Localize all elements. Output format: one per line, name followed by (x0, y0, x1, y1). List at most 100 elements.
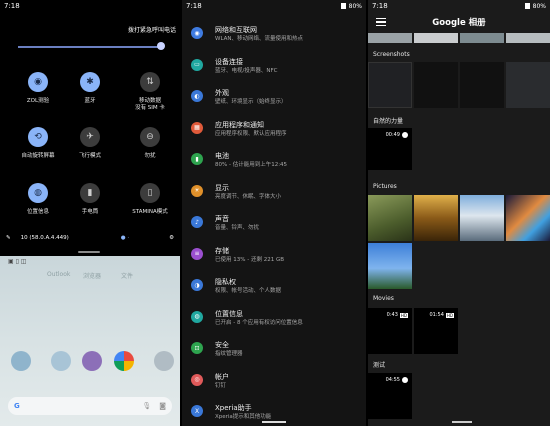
tile-auto-rotate[interactable]: ⟲ 自动旋转屏幕 (10, 127, 66, 160)
settings-item-subtitle: WLAN、移动网络、流量使用和热点 (215, 36, 304, 43)
gesture-nav-bar[interactable] (452, 421, 472, 423)
video-thumb[interactable]: 0:43 HD (368, 308, 412, 354)
settings-item-appearance[interactable]: ◐ 外观 壁纸、环境显示（始终显示） (182, 89, 366, 106)
settings-item-title: 设备连接 (215, 57, 243, 66)
lens-icon[interactable]: ◙ (159, 402, 166, 410)
brightness-slider-knob[interactable] (157, 42, 165, 50)
app-label-files[interactable]: 文件 (121, 271, 133, 280)
menu-icon[interactable] (376, 18, 386, 26)
photo-thumb[interactable] (414, 33, 458, 43)
phone-app-icon[interactable] (11, 351, 31, 371)
settings-item-location[interactable]: ◍ 位置信息 已开启 - 8 个应用有权访问位置信息 (182, 310, 366, 327)
settings-item-sound[interactable]: ♪ 声音 音量、铃声、勿扰 (182, 215, 366, 232)
settings-item-subtitle: 蓝牙、电视/投声器、NFC (215, 67, 278, 74)
settings-item-privacy[interactable]: ◑ 隐私权 权限、帐号活动、个人数据 (182, 278, 366, 295)
quick-settings-footer: ✎ 10 (58.0.A.4.449) ● · ⚙ (6, 235, 174, 241)
hd-badge-icon: HD (445, 312, 454, 318)
settings-item-subtitle: Xperia提示和其他功能 (215, 414, 272, 421)
photo-thumb[interactable] (506, 33, 550, 43)
flashlight-icon: ▮ (80, 183, 100, 203)
status-bar: 7:18 (0, 0, 180, 12)
location-icon: ◍ (191, 310, 203, 323)
settings-item-devices[interactable]: ▭ 设备连接 蓝牙、电视/投声器、NFC (182, 58, 366, 75)
tile-do-not-disturb[interactable]: ⊖ 勿扰 (122, 127, 178, 160)
picture-thumb[interactable] (506, 195, 550, 241)
xperia-icon: X (191, 405, 203, 417)
contacts-app-icon[interactable] (82, 351, 102, 371)
settings-item-wifi[interactable]: ◉ 网络和互联网 WLAN、移动网络、流量使用和热点 (182, 26, 366, 43)
photo-thumb[interactable] (460, 33, 504, 43)
settings-item-title: 隐私权 (215, 278, 236, 286)
section-pictures[interactable]: Pictures (373, 183, 397, 190)
photo-thumb[interactable] (368, 33, 412, 43)
video-thumb[interactable]: 04:55 (368, 373, 412, 419)
section-screenshots[interactable]: Screenshots (373, 51, 410, 58)
section-nature[interactable]: 自然的力量 (373, 116, 403, 125)
settings-item-storage[interactable]: ≡ 存储 已使用 13% - 还剩 221 GB (182, 247, 366, 264)
video-duration: 04:55 (385, 377, 400, 383)
edit-icon[interactable]: ✎ (6, 235, 11, 241)
mic-icon[interactable]: 🎙 (142, 402, 151, 410)
do-not-disturb-icon: ⊖ (140, 127, 160, 147)
section-movies[interactable]: Movies (373, 295, 394, 302)
settings-gear-icon[interactable]: ⚙ (169, 235, 174, 241)
settings-panel: 7:18 80% ◉ 网络和互联网 WLAN、移动网络、流量使用和热点 ▭ 设备连接 蓝牙… (182, 0, 366, 426)
shade-drag-handle[interactable] (78, 251, 100, 253)
play-icon (402, 132, 408, 138)
picture-thumb[interactable] (368, 195, 412, 241)
page-title: Google 相册 (432, 18, 486, 28)
picture-thumb[interactable] (460, 195, 504, 241)
google-search-bar[interactable]: G 🎙 ◙ (8, 397, 172, 415)
settings-item-subtitle: 80% - 估计能用到上午12:45 (215, 162, 288, 169)
status-time: 7:18 (186, 2, 202, 10)
messages-app-icon[interactable] (51, 351, 71, 371)
settings-item-subtitle: 音量、铃声、勿扰 (215, 225, 260, 232)
picture-thumb[interactable] (414, 195, 458, 241)
tile-label: 手电筒 (81, 209, 99, 215)
screenshot-thumb[interactable] (368, 62, 412, 108)
battery-level: 80% (348, 2, 362, 10)
mobile-data-icon: ⇅ (140, 72, 160, 92)
emergency-call-link[interactable]: 拨打紧急呼叫电话 (128, 25, 176, 34)
appearance-icon: ◐ (191, 90, 203, 102)
tile-wifi[interactable]: ◉ ZOL测验 (10, 72, 66, 105)
tile-location[interactable]: ◍ 位置信息 (10, 183, 66, 216)
video-thumb[interactable]: 01:54 HD (414, 308, 458, 354)
google-photos-panel: 7:18 80% Google 相册 Screenshots 自然的力量 00:… (368, 0, 550, 426)
devices-icon: ▭ (191, 58, 203, 71)
tile-label: 蓝牙 (84, 98, 96, 104)
apps-icon: ▦ (191, 121, 203, 134)
video-thumb[interactable]: 00:49 (368, 128, 412, 170)
tile-stamina[interactable]: ▯ STAMINA模式 (122, 183, 178, 216)
tile-label: 位置信息 (26, 209, 49, 215)
settings-item-xperia[interactable]: X Xperia助手 Xperia提示和其他功能 (182, 404, 366, 421)
screenshot-thumb[interactable] (414, 62, 458, 108)
tile-flashlight[interactable]: ▮ 手电筒 (62, 183, 118, 216)
battery-level: 80% (532, 2, 546, 10)
settings-item-account[interactable]: ◎ 帐户 钉钉 (182, 373, 366, 390)
tile-bluetooth[interactable]: ✱ 蓝牙 (62, 72, 118, 105)
settings-item-title: 电池 (215, 152, 229, 160)
settings-item-title: 显示 (215, 183, 229, 192)
settings-item-apps[interactable]: ▦ 应用程序和通知 应用程序权限、默认应用程序 (182, 121, 366, 138)
quick-settings-panel: 7:18 拨打紧急呼叫电话 ◉ ZOL测验 ✱ 蓝牙 ⇅ 移动数据 没有 SIM 卡 ⟲ 自动… (0, 0, 180, 426)
brightness-slider[interactable] (18, 46, 164, 48)
app-label-browser[interactable]: 浏览器 (83, 271, 101, 280)
screenshot-thumb[interactable] (460, 62, 504, 108)
photos-top-bar: Google 相册 (368, 12, 550, 32)
tile-airplane[interactable]: ✈ 飞行模式 (62, 127, 118, 160)
tile-label: 移动数据 没有 SIM 卡 (135, 98, 165, 111)
settings-item-title: 帐户 (215, 372, 229, 381)
app-label-outlook[interactable]: Outlook (47, 271, 70, 278)
section-test[interactable]: 测试 (373, 360, 385, 369)
settings-item-battery[interactable]: ▮ 电池 80% - 估计能用到上午12:45 (182, 152, 366, 169)
settings-item-security[interactable]: ⊡ 安全 指纹管理器 (182, 341, 366, 358)
screenshot-thumb[interactable] (506, 62, 550, 108)
picture-thumb[interactable] (368, 243, 412, 289)
photos-app-icon[interactable] (114, 351, 134, 371)
tile-mobile-data[interactable]: ⇅ 移动数据 没有 SIM 卡 (122, 72, 178, 111)
video-duration: 01:54 (429, 312, 444, 318)
gesture-nav-bar[interactable] (262, 421, 286, 423)
camera-app-icon[interactable] (154, 351, 174, 371)
settings-item-display[interactable]: ☀ 显示 亮度调节、休眠、字体大小 (182, 184, 366, 201)
